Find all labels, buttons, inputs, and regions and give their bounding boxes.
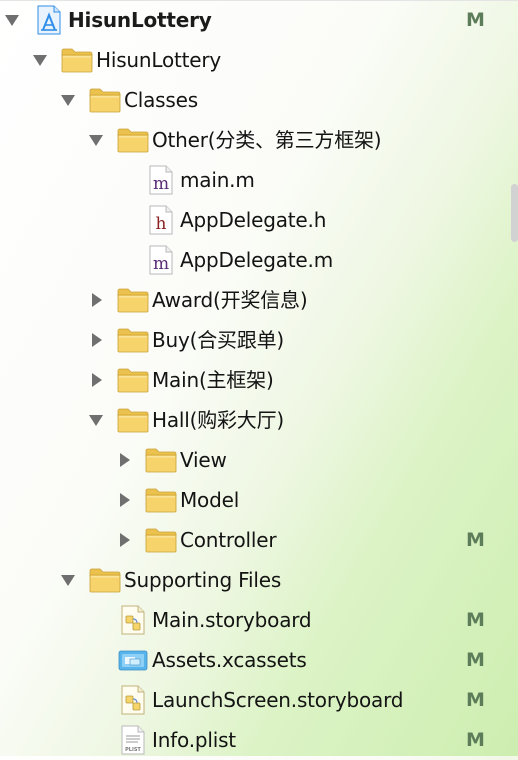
navigator-row-model[interactable]: Model	[0, 480, 518, 520]
navigator-item-label: View	[180, 448, 227, 472]
navigator-item-label: Main.storyboard	[152, 608, 312, 632]
navigator-item-label: LaunchScreen.storyboard	[152, 688, 404, 712]
plist-file-icon: PLIST	[116, 720, 150, 760]
navigator-row-hisunlottery[interactable]: HisunLottery M	[0, 0, 518, 40]
folder-icon	[116, 120, 150, 160]
navigator-item-label: Buy(合买跟单)	[152, 328, 285, 352]
scrollbar-thumb[interactable]	[511, 184, 518, 242]
navigator-row-launchscreen[interactable]: LaunchScreen.storyboard M	[0, 680, 518, 720]
disclosure-collapsed-icon[interactable]	[116, 452, 132, 468]
navigator-row-award[interactable]: Award(开奖信息)	[0, 280, 518, 320]
svg-text:h: h	[156, 214, 167, 234]
navigator-item-label: Info.plist	[152, 728, 236, 752]
folder-icon	[88, 80, 122, 120]
disclosure-expanded-icon[interactable]	[88, 132, 104, 148]
project-navigator: HisunLottery M HisunLottery Classes Other(分类…	[0, 0, 518, 756]
navigator-row-classes[interactable]: Classes	[0, 80, 518, 120]
folder-icon	[116, 280, 150, 320]
disclosure-expanded-icon[interactable]	[60, 92, 76, 108]
disclosure-expanded-icon[interactable]	[32, 52, 48, 68]
navigator-row-view[interactable]: View	[0, 440, 518, 480]
navigator-row-other[interactable]: Other(分类、第三方框架)	[0, 120, 518, 160]
folder-icon	[116, 400, 150, 440]
source-control-status-badge: M	[466, 529, 485, 551]
navigator-top-border	[0, 0, 518, 1]
navigator-row-info[interactable]: PLIST Info.plist M	[0, 720, 518, 760]
source-control-status-badge: M	[466, 9, 485, 31]
source-control-status-badge: M	[466, 729, 485, 751]
navigator-item-label: Model	[180, 488, 240, 512]
objc-source-icon: m	[144, 160, 178, 200]
navigator-item-label: Supporting Files	[124, 568, 282, 592]
svg-text:m: m	[153, 254, 169, 274]
disclosure-collapsed-icon[interactable]	[88, 292, 104, 308]
folder-icon	[60, 40, 94, 80]
navigator-row-main[interactable]: Main.storyboard M	[0, 600, 518, 640]
navigator-item-label: Hall(购彩大厅)	[152, 408, 285, 432]
source-control-status-badge: M	[466, 689, 485, 711]
source-control-status-badge: M	[466, 609, 485, 631]
header-file-icon: h	[144, 200, 178, 240]
folder-icon	[144, 440, 178, 480]
navigator-item-label: Main(主框架)	[152, 368, 274, 392]
navigator-row-assets[interactable]: Assets.xcassets M	[0, 640, 518, 680]
navigator-row-appdelegate[interactable]: h AppDelegate.h	[0, 200, 518, 240]
navigator-row-hall[interactable]: Hall(购彩大厅)	[0, 400, 518, 440]
svg-text:PLIST: PLIST	[125, 747, 141, 753]
folder-icon	[144, 480, 178, 520]
navigator-item-label: AppDelegate.h	[180, 208, 327, 232]
disclosure-expanded-icon[interactable]	[88, 412, 104, 428]
objc-source-icon: m	[144, 240, 178, 280]
navigator-item-label: AppDelegate.m	[180, 248, 333, 272]
disclosure-collapsed-icon[interactable]	[88, 372, 104, 388]
disclosure-collapsed-icon[interactable]	[116, 492, 132, 508]
storyboard-icon	[116, 680, 150, 720]
navigator-row-buy[interactable]: Buy(合买跟单)	[0, 320, 518, 360]
folder-icon	[116, 360, 150, 400]
navigator-item-label: main.m	[180, 168, 255, 192]
svg-text:m: m	[153, 174, 169, 194]
folder-icon	[88, 560, 122, 600]
disclosure-expanded-icon[interactable]	[60, 572, 76, 588]
navigator-row-hisunlottery[interactable]: HisunLottery	[0, 40, 518, 80]
navigator-item-label: Assets.xcassets	[152, 648, 307, 672]
disclosure-collapsed-icon[interactable]	[88, 332, 104, 348]
navigator-row-supporting-files[interactable]: Supporting Files	[0, 560, 518, 600]
navigator-row-main[interactable]: Main(主框架)	[0, 360, 518, 400]
navigator-item-label: HisunLottery	[96, 48, 222, 72]
disclosure-expanded-icon[interactable]	[4, 12, 20, 28]
navigator-item-label: Classes	[124, 88, 198, 112]
asset-catalog-icon	[116, 640, 150, 680]
navigator-item-label: Award(开奖信息)	[152, 288, 308, 312]
storyboard-icon	[116, 600, 150, 640]
navigator-item-label: Other(分类、第三方框架)	[152, 128, 382, 152]
folder-icon	[116, 320, 150, 360]
folder-icon	[144, 520, 178, 560]
navigator-row-main[interactable]: m main.m	[0, 160, 518, 200]
disclosure-collapsed-icon[interactable]	[116, 532, 132, 548]
navigator-item-label: HisunLottery	[68, 8, 212, 32]
navigator-item-label: Controller	[180, 528, 277, 552]
navigator-row-appdelegate[interactable]: m AppDelegate.m	[0, 240, 518, 280]
source-control-status-badge: M	[466, 649, 485, 671]
navigator-row-controller[interactable]: Controller M	[0, 520, 518, 560]
xcode-project-icon	[32, 0, 66, 40]
